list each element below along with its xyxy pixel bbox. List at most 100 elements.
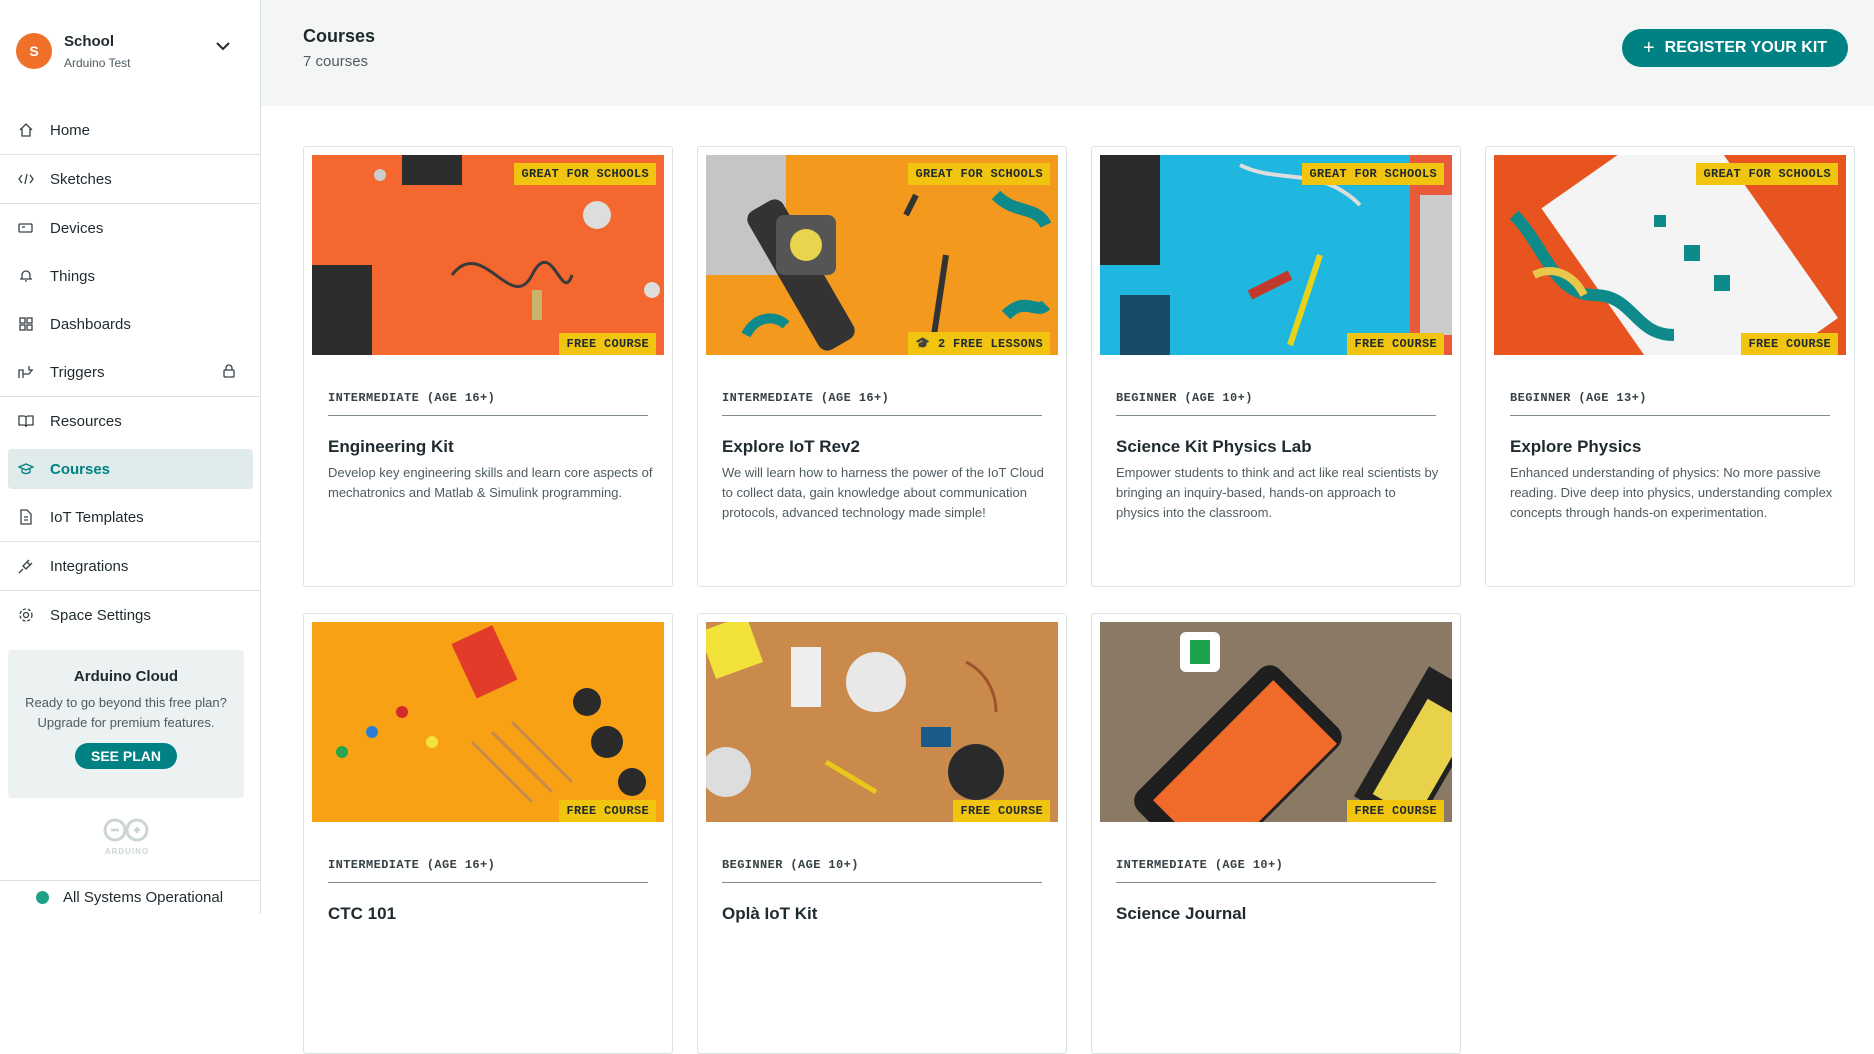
- home-icon: [18, 122, 34, 138]
- device-icon: [18, 220, 34, 236]
- sidebar-item-label: Devices: [50, 219, 104, 237]
- see-plan-button[interactable]: SEE PLAN: [74, 743, 177, 769]
- promo-line: Ready to go beyond this free plan?: [25, 695, 227, 710]
- course-card[interactable]: FREE COURSE INTERMEDIATE (AGE 10+) Scien…: [1091, 613, 1461, 1054]
- free-lessons-badge: 🎓 2 FREE LESSONS: [908, 332, 1050, 355]
- sidebar-item-sketches[interactable]: Sketches: [0, 155, 261, 203]
- course-description: Empower students to think and act like r…: [1116, 465, 1439, 520]
- sidebar-item-label: IoT Templates: [50, 508, 144, 526]
- templates-icon: [18, 509, 34, 525]
- course-card[interactable]: GREAT FOR SCHOOLS FREE COURSE INTERMEDIA…: [303, 146, 673, 587]
- sidebar-item-label: Triggers: [50, 363, 105, 381]
- course-title: Science Kit Physics Lab: [1116, 437, 1312, 456]
- sidebar-item-iot-templates[interactable]: IoT Templates: [0, 493, 261, 541]
- course-title: Explore Physics: [1510, 437, 1642, 456]
- sidebar-item-label: Things: [50, 267, 96, 285]
- course-level: INTERMEDIATE (AGE 16+): [328, 858, 648, 883]
- course-level: INTERMEDIATE (AGE 16+): [722, 391, 1042, 416]
- gear-icon: [18, 607, 34, 623]
- sidebar-item-integrations[interactable]: Integrations: [0, 542, 261, 590]
- sidebar-nav: Home Sketches Devices Things Dashboards …: [0, 106, 261, 639]
- sidebar-item-devices[interactable]: Devices: [0, 204, 261, 252]
- sidebar-item-label: Sketches: [50, 170, 112, 188]
- course-title: Science Journal: [1116, 904, 1247, 923]
- sidebar-item-dashboards[interactable]: Dashboards: [0, 300, 261, 348]
- sidebar-item-courses[interactable]: Courses: [8, 449, 253, 489]
- course-level: BEGINNER (AGE 10+): [722, 858, 1042, 883]
- plus-icon: +: [1642, 36, 1655, 59]
- free-course-badge: FREE COURSE: [1347, 333, 1444, 355]
- book-icon: [18, 413, 34, 429]
- course-title: CTC 101: [328, 904, 397, 923]
- sidebar-item-label: Space Settings: [50, 606, 151, 624]
- sidebar-item-label: Resources: [50, 412, 122, 430]
- badge-label: 2 FREE LESSONS: [937, 337, 1043, 351]
- course-level: BEGINNER (AGE 10+): [1116, 391, 1436, 416]
- great-for-schools-badge: GREAT FOR SCHOOLS: [908, 163, 1050, 185]
- plug-icon: [18, 558, 34, 574]
- course-card[interactable]: FREE COURSE BEGINNER (AGE 10+) Oplà IoT …: [697, 613, 1067, 1054]
- sidebar-item-label: Home: [50, 121, 91, 139]
- course-title: Engineering Kit: [328, 437, 454, 456]
- course-thumbnail: FREE COURSE: [312, 622, 664, 822]
- free-course-badge: FREE COURSE: [559, 800, 656, 822]
- dashboard-icon: [18, 316, 34, 332]
- course-thumbnail: GREAT FOR SCHOOLS FREE COURSE: [312, 155, 664, 355]
- course-count: 7 courses: [303, 53, 369, 70]
- arduino-logo: ARDUINO: [100, 818, 154, 856]
- sidebar-item-label: Dashboards: [50, 315, 131, 333]
- chevron-down-icon[interactable]: [216, 42, 230, 51]
- free-course-badge: FREE COURSE: [1741, 333, 1838, 355]
- free-course-badge: FREE COURSE: [953, 800, 1050, 822]
- sidebar: S School Arduino Test Home Sketches Devi…: [0, 0, 261, 914]
- course-level: BEGINNER (AGE 13+): [1510, 391, 1830, 416]
- course-card[interactable]: GREAT FOR SCHOOLS 🎓 2 FREE LESSONS INTER…: [697, 146, 1067, 587]
- sidebar-item-things[interactable]: Things: [0, 252, 261, 300]
- status-dot-icon: [36, 891, 49, 904]
- trigger-icon: [18, 364, 34, 380]
- register-kit-button[interactable]: + REGISTER YOUR KIT: [1622, 29, 1848, 67]
- promo-line: Upgrade for premium features.: [37, 715, 215, 730]
- sidebar-item-label: Integrations: [50, 557, 129, 575]
- lock-icon: [223, 364, 235, 378]
- space-name: School: [64, 32, 115, 50]
- course-card[interactable]: FREE COURSE INTERMEDIATE (AGE 16+) CTC 1…: [303, 613, 673, 1054]
- great-for-schools-badge: GREAT FOR SCHOOLS: [1302, 163, 1444, 185]
- free-course-badge: FREE COURSE: [1347, 800, 1444, 822]
- course-thumbnail: FREE COURSE: [1100, 622, 1452, 822]
- sidebar-item-home[interactable]: Home: [0, 106, 261, 154]
- course-description: We will learn how to harness the power o…: [722, 465, 1044, 520]
- code-icon: [18, 171, 34, 187]
- sidebar-item-space-settings[interactable]: Space Settings: [0, 591, 261, 639]
- course-description: Develop key engineering skills and learn…: [328, 465, 653, 500]
- sidebar-item-label: Courses: [50, 460, 111, 478]
- thing-icon: [18, 268, 34, 284]
- course-card[interactable]: GREAT FOR SCHOOLS FREE COURSE BEGINNER (…: [1091, 146, 1461, 587]
- page-header: Courses 7 courses + REGISTER YOUR KIT: [261, 0, 1874, 106]
- course-thumbnail: GREAT FOR SCHOOLS FREE COURSE: [1494, 155, 1846, 355]
- sidebar-item-triggers[interactable]: Triggers: [0, 348, 261, 396]
- register-kit-label: REGISTER YOUR KIT: [1664, 39, 1828, 56]
- upgrade-promo: Arduino Cloud Ready to go beyond this fr…: [8, 650, 244, 798]
- sidebar-item-resources[interactable]: Resources: [0, 397, 261, 445]
- main-content: Courses 7 courses + REGISTER YOUR KIT GRE…: [261, 0, 1874, 1054]
- graduation-cap-icon: [18, 461, 34, 477]
- logo-text: ARDUINO: [104, 847, 150, 856]
- space-selector[interactable]: S School Arduino Test: [0, 0, 260, 102]
- course-thumbnail: GREAT FOR SCHOOLS 🎓 2 FREE LESSONS: [706, 155, 1058, 355]
- page-title: Courses: [303, 26, 376, 46]
- course-thumbnail: FREE COURSE: [706, 622, 1058, 822]
- status-text: All Systems Operational: [63, 889, 224, 906]
- course-title: Explore IoT Rev2: [722, 437, 860, 456]
- space-subtitle: Arduino Test: [64, 55, 131, 70]
- course-card[interactable]: GREAT FOR SCHOOLS FREE COURSE BEGINNER (…: [1485, 146, 1855, 587]
- great-for-schools-badge: GREAT FOR SCHOOLS: [514, 163, 656, 185]
- course-thumbnail: GREAT FOR SCHOOLS FREE COURSE: [1100, 155, 1452, 355]
- system-status[interactable]: All Systems Operational: [0, 880, 261, 914]
- avatar: S: [16, 33, 52, 69]
- course-level: INTERMEDIATE (AGE 10+): [1116, 858, 1436, 883]
- free-course-badge: FREE COURSE: [559, 333, 656, 355]
- great-for-schools-badge: GREAT FOR SCHOOLS: [1696, 163, 1838, 185]
- course-description: Enhanced understanding of physics: No mo…: [1510, 465, 1833, 520]
- graduation-cap-icon: 🎓: [915, 337, 938, 351]
